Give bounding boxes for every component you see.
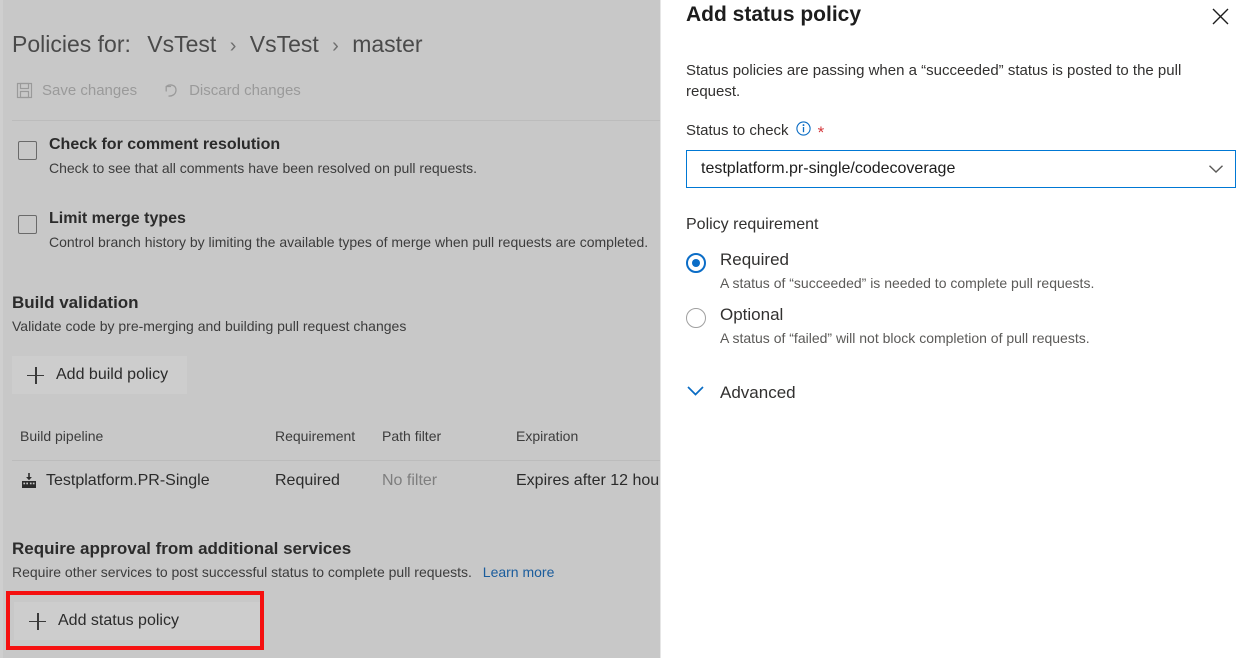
build-pipeline-icon (20, 472, 38, 490)
additional-services-sub-text: Require other services to post successfu… (12, 564, 472, 580)
branch-policies-page: Policies for: VsTest › VsTest › master (0, 0, 661, 658)
additional-services-heading: Require approval from additional service… (12, 539, 351, 559)
radio-required[interactable] (686, 253, 706, 273)
chevron-down-icon (686, 384, 705, 402)
page-title-prefix: Policies for: (12, 31, 131, 57)
add-status-policy-panel: Add status policy Status policies are pa… (661, 0, 1250, 658)
table-header-divider (12, 460, 661, 461)
learn-more-link[interactable]: Learn more (483, 564, 555, 580)
close-icon (1211, 7, 1230, 29)
table-row[interactable]: Testplatform.PR-Single (46, 472, 210, 490)
panel-title: Add status policy (686, 3, 861, 27)
checkbox-limit-merge-types[interactable] (18, 215, 37, 234)
add-build-policy-button[interactable]: Add build policy (12, 356, 187, 394)
save-changes-button[interactable]: Save changes (16, 82, 137, 99)
plus-icon (29, 613, 46, 630)
column-header-path-filter: Path filter (382, 428, 441, 444)
breadcrumb-separator-1: › (230, 35, 237, 57)
radio-optional-description: A status of “failed” will not block comp… (720, 330, 1090, 346)
chevron-down-icon (1197, 164, 1235, 174)
build-validation-subheading: Validate code by pre-merging and buildin… (12, 318, 406, 334)
policy-description: Check to see that all comments have been… (49, 160, 477, 176)
breadcrumb-repo[interactable]: VsTest (250, 31, 319, 57)
cell-path-filter: No filter (382, 472, 437, 490)
info-icon[interactable] (796, 121, 811, 140)
discard-changes-button[interactable]: Discard changes (163, 82, 301, 99)
save-changes-label: Save changes (42, 82, 137, 99)
build-validation-heading: Build validation (12, 293, 139, 313)
breadcrumb-separator-2: › (332, 35, 339, 57)
checkbox-comment-resolution[interactable] (18, 141, 37, 160)
toolbar-divider (12, 120, 661, 121)
status-to-check-label: Status to check * (686, 121, 824, 140)
discard-changes-label: Discard changes (189, 82, 301, 99)
cell-requirement: Required (275, 472, 340, 490)
screen: Policies for: VsTest › VsTest › master (0, 0, 1250, 658)
advanced-section-toggle[interactable]: Advanced (686, 383, 796, 403)
save-icon (16, 82, 33, 99)
undo-icon (163, 82, 180, 99)
left-rail (0, 0, 3, 658)
status-to-check-dropdown[interactable]: testplatform.pr-single/codecoverage (686, 150, 1236, 188)
policy-description: Control branch history by limiting the a… (49, 234, 648, 250)
add-build-policy-label: Add build policy (56, 366, 168, 384)
cell-expiration: Expires after 12 hours (516, 472, 661, 490)
page-title: Policies for: VsTest › VsTest › master (12, 31, 423, 58)
radio-required-label: Required (720, 250, 789, 270)
status-to-check-label-text: Status to check (686, 122, 789, 139)
breadcrumb-branch[interactable]: master (352, 31, 422, 57)
close-panel-button[interactable] (1202, 0, 1238, 36)
required-marker: * (818, 124, 825, 141)
status-to-check-value: testplatform.pr-single/codecoverage (687, 160, 1197, 178)
command-bar: Save changes Discard changes (16, 82, 301, 99)
column-header-requirement: Requirement (275, 428, 355, 444)
policy-requirement-label: Policy requirement (686, 216, 819, 234)
radio-optional[interactable] (686, 308, 706, 328)
column-header-expiration: Expiration (516, 428, 578, 444)
advanced-label: Advanced (720, 383, 796, 403)
radio-optional-label: Optional (720, 305, 783, 325)
policy-title: Check for comment resolution (49, 136, 280, 154)
add-status-policy-label: Add status policy (58, 612, 179, 630)
column-header-build-pipeline: Build pipeline (20, 428, 103, 444)
additional-services-subheading: Require other services to post successfu… (12, 564, 554, 580)
add-status-policy-button[interactable]: Add status policy (14, 602, 260, 640)
panel-description: Status policies are passing when a “succ… (686, 60, 1236, 103)
radio-required-description: A status of “succeeded” is needed to com… (720, 275, 1094, 291)
plus-icon (27, 367, 44, 384)
policy-title: Limit merge types (49, 210, 186, 228)
breadcrumb-project[interactable]: VsTest (147, 31, 216, 57)
